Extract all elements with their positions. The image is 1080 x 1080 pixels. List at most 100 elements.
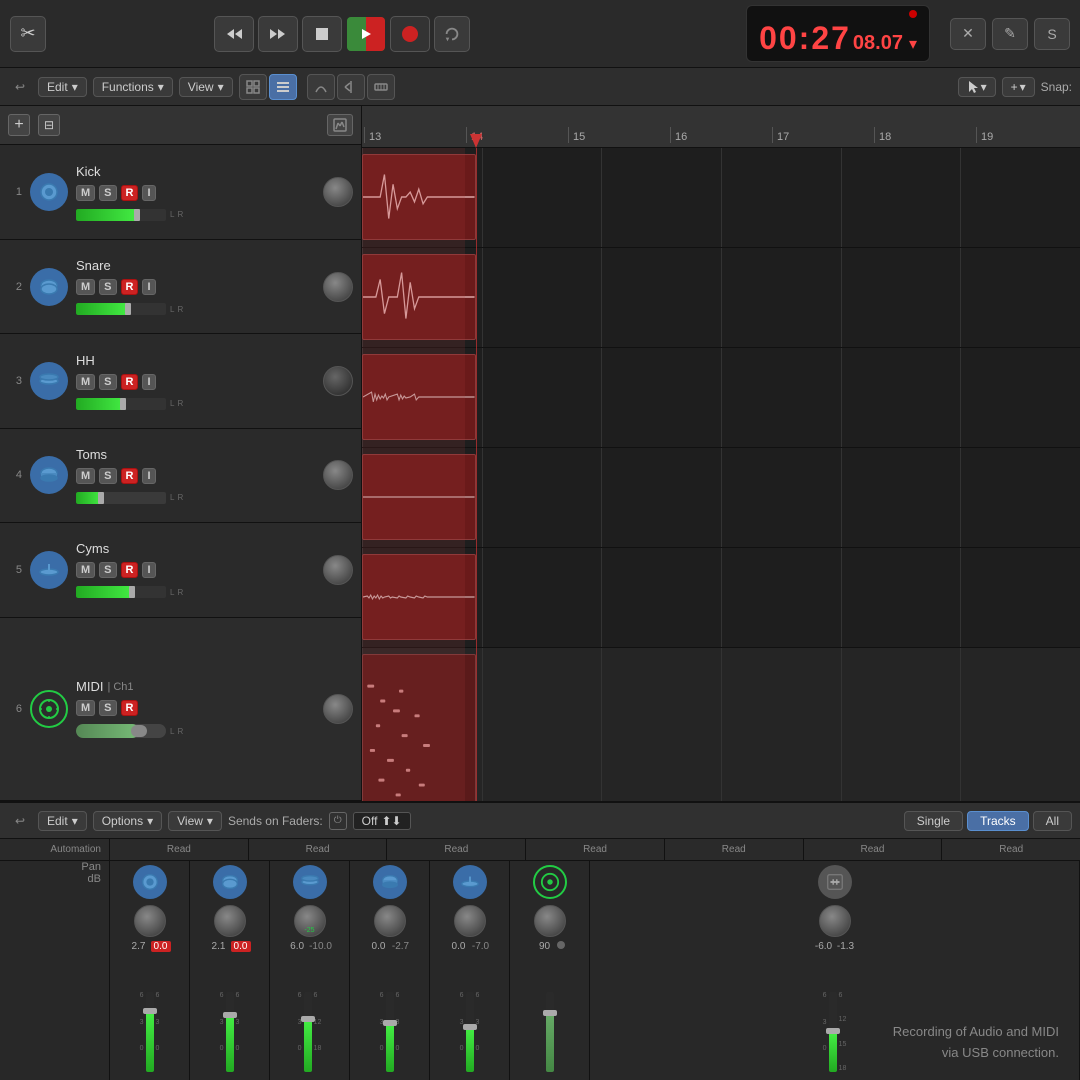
audio-region-snare[interactable] bbox=[362, 254, 476, 340]
ch-pan-knob-snare[interactable] bbox=[214, 905, 246, 937]
ch-pan-knob-hh[interactable]: -25 bbox=[294, 905, 326, 937]
midi-region[interactable] bbox=[362, 654, 476, 801]
mixer-edit-menu[interactable]: Edit ▾ bbox=[38, 811, 87, 831]
ch-pan-knob-fx[interactable] bbox=[819, 905, 851, 937]
fader-cyms[interactable]: LR bbox=[76, 586, 315, 598]
record-button[interactable] bbox=[390, 16, 430, 52]
mixer-back-button[interactable]: ↩ bbox=[8, 809, 32, 833]
scissors-button[interactable]: ✂ bbox=[10, 16, 46, 52]
mute-button-cyms[interactable]: M bbox=[76, 562, 95, 578]
input-button-hh[interactable]: I bbox=[142, 374, 155, 390]
ch-pan-knob-midi[interactable] bbox=[534, 905, 566, 937]
audio-region-toms[interactable] bbox=[362, 454, 476, 540]
solo-button-midi[interactable]: S bbox=[99, 700, 116, 716]
knob-cyms[interactable] bbox=[323, 555, 353, 585]
track-icon-kick[interactable] bbox=[30, 173, 68, 211]
ch-icon-cyms[interactable] bbox=[453, 865, 487, 899]
mixer-tracks-button[interactable]: Tracks bbox=[967, 811, 1029, 831]
mute-button-midi[interactable]: M bbox=[76, 700, 95, 716]
stop-button[interactable] bbox=[302, 16, 342, 52]
channel-fader-fx[interactable] bbox=[829, 992, 837, 1072]
sends-value-dropdown[interactable]: Off ⬆⬇ bbox=[353, 812, 411, 830]
knob-snare[interactable] bbox=[323, 272, 353, 302]
fader-toms[interactable]: LR bbox=[76, 492, 315, 504]
rewind-button[interactable] bbox=[214, 16, 254, 52]
track-icon-snare[interactable] bbox=[30, 268, 68, 306]
add-track-button[interactable]: + bbox=[8, 114, 30, 136]
record-button-midi[interactable]: R bbox=[121, 700, 139, 716]
back-button[interactable]: ↩ bbox=[8, 75, 32, 99]
ch-icon-toms[interactable] bbox=[373, 865, 407, 899]
track-icon-cyms[interactable] bbox=[30, 551, 68, 589]
channel-fader-toms[interactable] bbox=[386, 992, 394, 1072]
pencil-button[interactable]: ✎ bbox=[992, 18, 1028, 50]
envelope-button[interactable] bbox=[327, 114, 353, 136]
solo-button-kick[interactable]: S bbox=[99, 185, 116, 201]
record-button-cyms[interactable]: R bbox=[121, 562, 139, 578]
ch-pan-knob-kick[interactable] bbox=[134, 905, 166, 937]
functions-menu[interactable]: Functions ▾ bbox=[93, 77, 173, 97]
solo-button-cyms[interactable]: S bbox=[99, 562, 116, 578]
knob-hh[interactable] bbox=[323, 366, 353, 396]
audio-region-kick[interactable] bbox=[362, 154, 476, 240]
cursor-tool-button[interactable]: ▾ bbox=[958, 77, 996, 97]
mute-button-hh[interactable]: M bbox=[76, 374, 95, 390]
ch-icon-snare[interactable] bbox=[213, 865, 247, 899]
list-view-toggle[interactable]: ⊟ bbox=[38, 114, 60, 136]
time-dropdown[interactable]: ▾ bbox=[909, 34, 917, 54]
cycle-button[interactable] bbox=[434, 16, 470, 52]
track-icon-hh[interactable] bbox=[30, 362, 68, 400]
mute-button-snare[interactable]: M bbox=[76, 279, 95, 295]
knob-toms[interactable] bbox=[323, 460, 353, 490]
channel-fader-snare[interactable] bbox=[226, 992, 234, 1072]
channel-fader-hh[interactable] bbox=[304, 992, 312, 1072]
record-button-kick[interactable]: R bbox=[121, 185, 139, 201]
split-tool-button[interactable] bbox=[337, 74, 365, 100]
ch-icon-midi[interactable] bbox=[533, 865, 567, 899]
play-button[interactable] bbox=[346, 16, 386, 52]
record-button-snare[interactable]: R bbox=[121, 279, 139, 295]
edit-menu[interactable]: Edit ▾ bbox=[38, 77, 87, 97]
input-button-cyms[interactable]: I bbox=[142, 562, 155, 578]
curve-tool-button[interactable] bbox=[307, 74, 335, 100]
fader-hh[interactable]: LR bbox=[76, 398, 315, 410]
track-icon-toms[interactable] bbox=[30, 456, 68, 494]
knob-midi[interactable] bbox=[323, 694, 353, 724]
grid-view-button[interactable] bbox=[239, 74, 267, 100]
mute-button-kick[interactable]: M bbox=[76, 185, 95, 201]
ch-pan-knob-toms[interactable] bbox=[374, 905, 406, 937]
mixer-single-button[interactable]: Single bbox=[904, 811, 963, 831]
add-tool-button[interactable]: + ▾ bbox=[1002, 77, 1035, 97]
input-button-snare[interactable]: I bbox=[142, 279, 155, 295]
audio-region-cyms[interactable] bbox=[362, 554, 476, 640]
record-button-toms[interactable]: R bbox=[121, 468, 139, 484]
mixer-view-menu[interactable]: View ▾ bbox=[168, 811, 222, 831]
ch-pan-knob-cyms[interactable] bbox=[454, 905, 486, 937]
sends-toggle-button[interactable]: ⏻ bbox=[329, 812, 347, 830]
mixer-all-button[interactable]: All bbox=[1033, 811, 1072, 831]
channel-fader-kick[interactable] bbox=[146, 992, 154, 1072]
channel-fader-midi[interactable] bbox=[546, 992, 554, 1072]
ch-icon-kick[interactable] bbox=[133, 865, 167, 899]
solo-button-toms[interactable]: S bbox=[99, 468, 116, 484]
solo-button-snare[interactable]: S bbox=[99, 279, 116, 295]
input-button-kick[interactable]: I bbox=[142, 185, 155, 201]
fader-midi[interactable]: LR bbox=[76, 724, 315, 738]
input-button-toms[interactable]: I bbox=[142, 468, 155, 484]
audio-region-hh[interactable] bbox=[362, 354, 476, 440]
ch-icon-fx[interactable] bbox=[818, 865, 852, 899]
fast-forward-button[interactable] bbox=[258, 16, 298, 52]
record-button-hh[interactable]: R bbox=[121, 374, 139, 390]
midi-tool-button[interactable] bbox=[367, 74, 395, 100]
knob-kick[interactable] bbox=[323, 177, 353, 207]
close-transport-button[interactable]: ✕ bbox=[950, 18, 986, 50]
fader-kick[interactable]: LR bbox=[76, 209, 315, 221]
solo-button-hh[interactable]: S bbox=[99, 374, 116, 390]
mixer-options-menu[interactable]: Options ▾ bbox=[93, 811, 162, 831]
fader-snare[interactable]: LR bbox=[76, 303, 315, 315]
s-button[interactable]: S bbox=[1034, 18, 1070, 50]
ch-icon-hh[interactable] bbox=[293, 865, 327, 899]
track-icon-midi[interactable] bbox=[30, 690, 68, 728]
view-menu[interactable]: View ▾ bbox=[179, 77, 233, 97]
list-view-button[interactable] bbox=[269, 74, 297, 100]
